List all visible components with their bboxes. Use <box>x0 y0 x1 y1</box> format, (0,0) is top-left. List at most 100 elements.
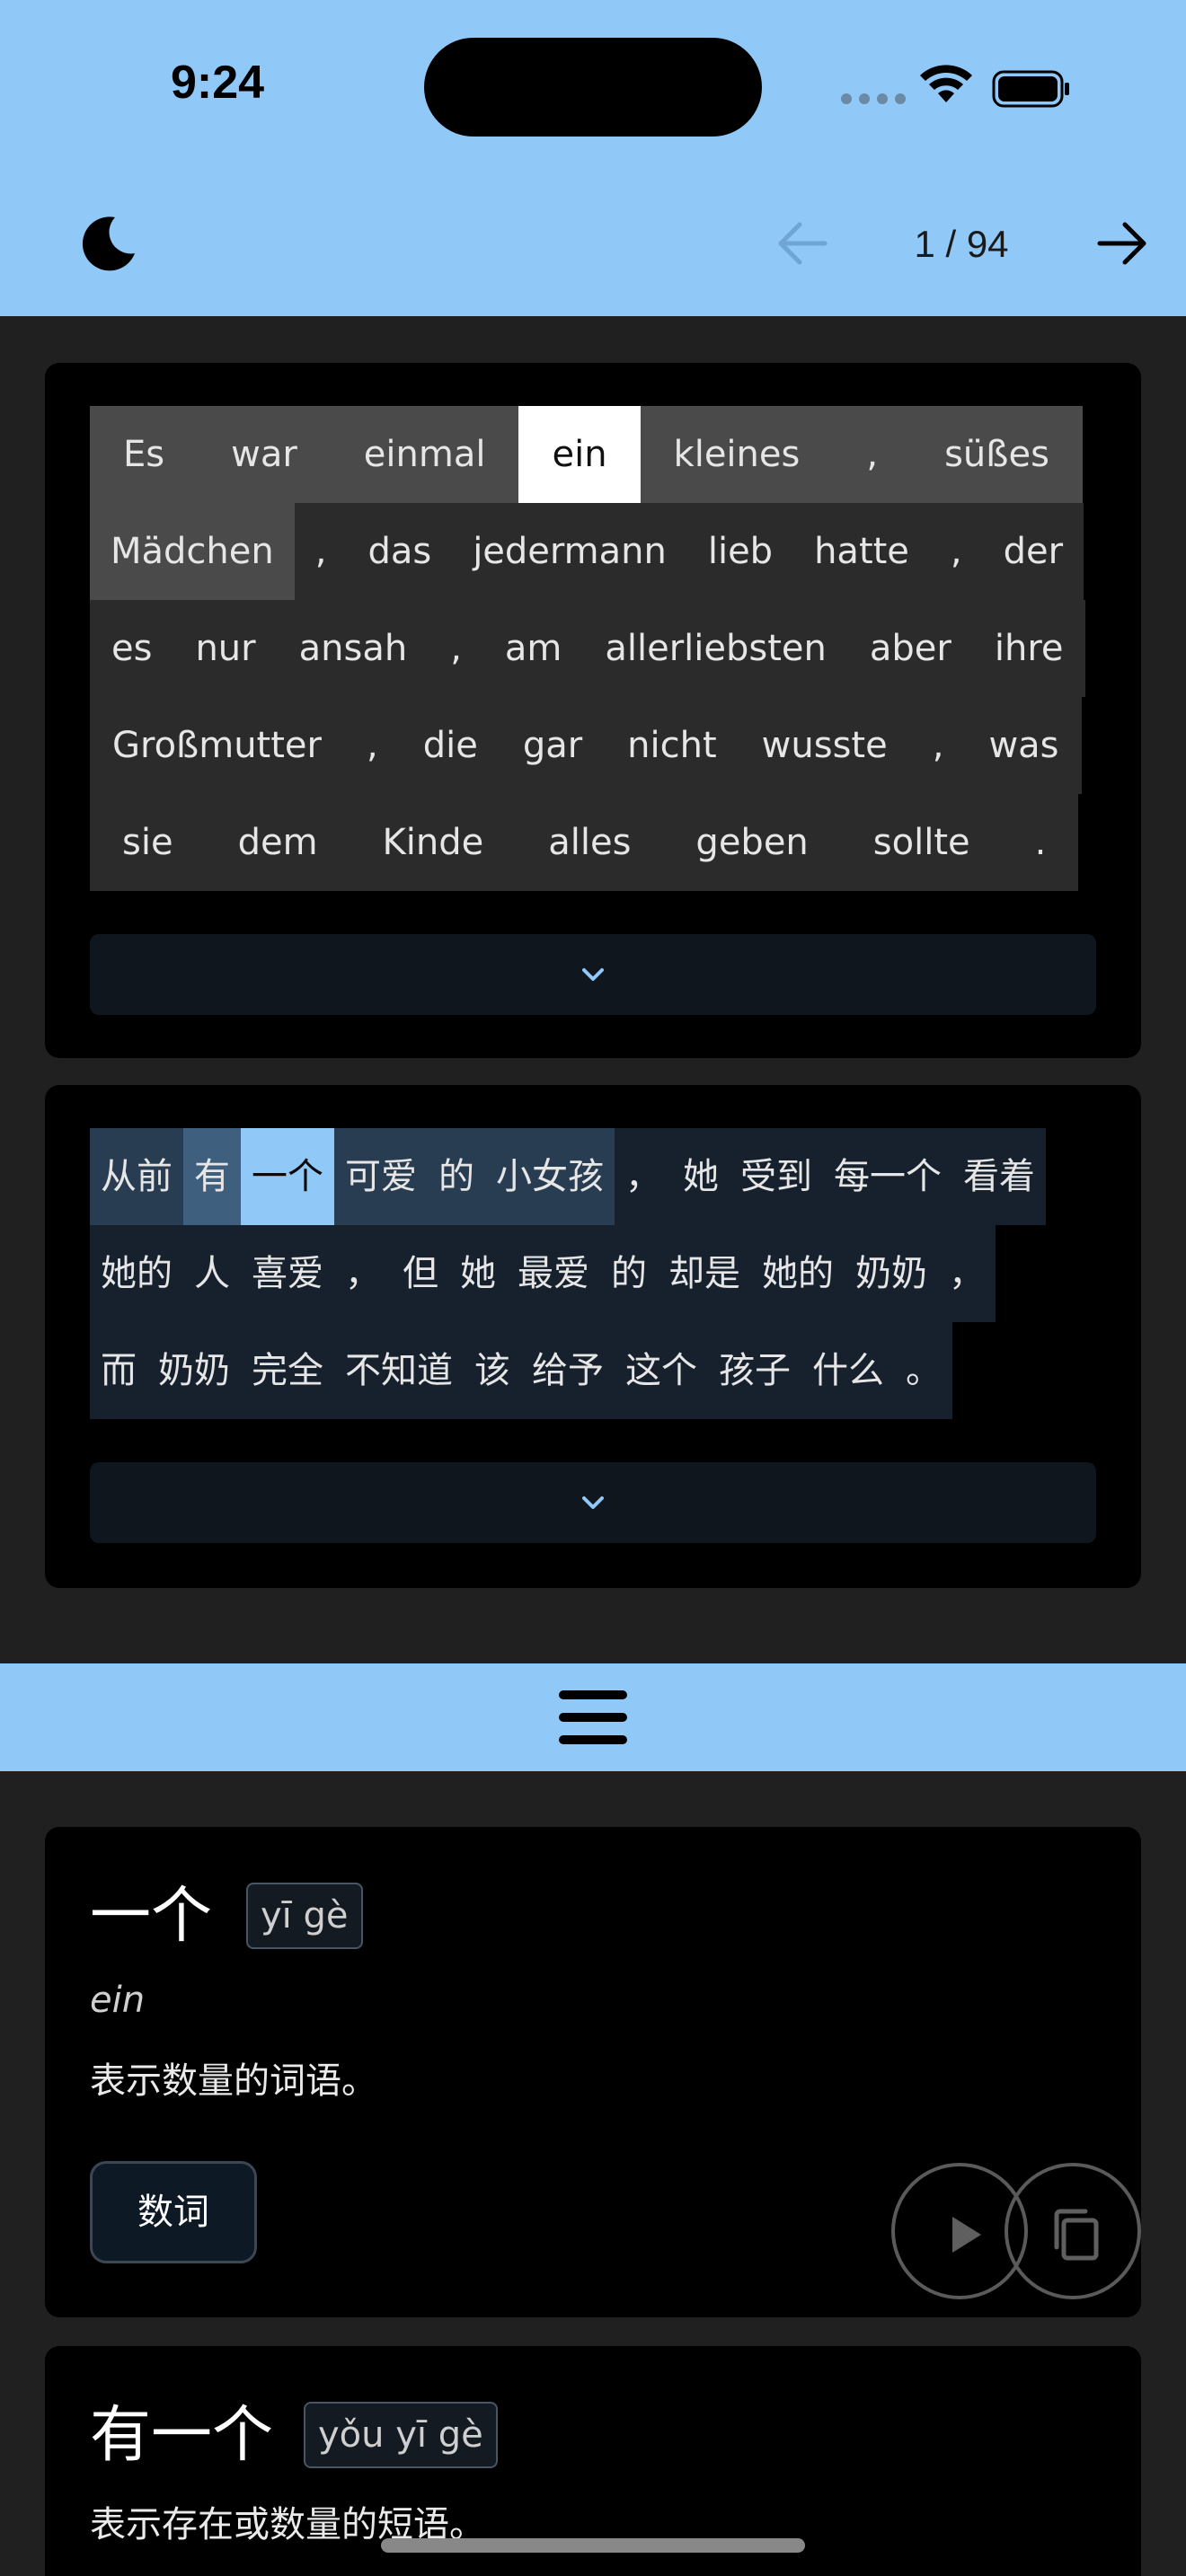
word-token[interactable]: 她的 <box>90 1225 183 1322</box>
token-line: sie dem Kinde alles geben sollte. <box>90 794 1096 891</box>
word-token[interactable]: war <box>198 406 331 503</box>
moon-icon[interactable] <box>79 214 138 273</box>
word-token[interactable]: 。 <box>895 1322 952 1419</box>
word-token[interactable]: jedermann <box>452 503 687 600</box>
word-token[interactable]: sie <box>90 794 206 891</box>
word-token[interactable]: was <box>966 697 1082 794</box>
selected-word-token[interactable]: 一个 <box>241 1128 334 1225</box>
word-token[interactable]: nur <box>173 600 278 697</box>
word-token[interactable]: ihre <box>972 600 1085 697</box>
entry-headword: 有一个 <box>90 2400 274 2471</box>
word-token[interactable]: ， <box>938 1225 996 1322</box>
word-token[interactable]: , <box>343 697 401 794</box>
word-token[interactable]: wusste <box>739 697 910 794</box>
word-token[interactable]: süßes <box>911 406 1083 503</box>
status-icons <box>841 65 1069 108</box>
word-token[interactable]: 奶奶 <box>845 1225 938 1322</box>
arrow-left-icon[interactable] <box>774 217 830 269</box>
word-token[interactable]: 每一个 <box>823 1128 952 1225</box>
chinese-sentence-card: 从前有一个 可爱的小女孩，她受到 每一个 看着 她的人喜爱，但她最爱的却是 她的 奶奶，而奶… <box>45 1085 1141 1588</box>
word-token[interactable]: 她 <box>672 1128 730 1225</box>
word-token[interactable]: lieb <box>686 503 794 600</box>
copy-button[interactable] <box>1005 2163 1141 2299</box>
part-of-speech-tag[interactable]: 数词 <box>90 2161 257 2263</box>
word-token[interactable]: 完全 <box>241 1322 334 1419</box>
word-token[interactable]: , <box>929 503 983 600</box>
word-token[interactable]: 最爱 <box>507 1225 600 1322</box>
word-token[interactable]: 喜爱 <box>241 1225 334 1322</box>
word-token[interactable]: ， <box>334 1225 392 1322</box>
word-token[interactable]: kleines <box>640 406 834 503</box>
dictionary-entry: 一个 yī gè ein 表示数量的词语。 数词 <box>45 1827 1141 2317</box>
copy-icon <box>1054 2209 1099 2261</box>
word-token[interactable]: 但 <box>392 1225 449 1322</box>
word-token[interactable]: 什么 <box>801 1322 895 1419</box>
chevron-down-icon <box>582 968 604 981</box>
word-token[interactable]: , <box>429 600 483 697</box>
expand-german-button[interactable] <box>90 934 1096 1015</box>
word-token[interactable]: Kinde <box>350 794 517 891</box>
token-line: 从前有一个 可爱的小女孩，她受到 每一个 看着 <box>90 1128 1096 1225</box>
word-token[interactable]: 却是 <box>658 1225 751 1322</box>
top-app-bar: 9:24 1 / 94 <box>0 0 1186 316</box>
word-token[interactable]: 从前 <box>90 1128 183 1225</box>
word-token[interactable]: dem <box>205 794 350 891</box>
word-token[interactable]: aber <box>847 600 973 697</box>
word-token[interactable]: 该 <box>464 1322 521 1419</box>
word-token[interactable]: hatte <box>793 503 930 600</box>
page-indicator: 1 / 94 <box>914 223 1009 265</box>
word-token[interactable]: das <box>347 503 453 600</box>
word-token[interactable]: die <box>400 697 500 794</box>
word-token[interactable]: 她的 <box>751 1225 845 1322</box>
word-token[interactable]: 人 <box>183 1225 241 1322</box>
word-token[interactable]: geben <box>663 794 841 891</box>
word-token[interactable]: gar <box>500 697 606 794</box>
home-indicator[interactable] <box>381 2538 805 2553</box>
word-token[interactable]: Es <box>90 406 199 503</box>
word-token[interactable]: am <box>482 600 584 697</box>
signal-icon <box>841 93 906 104</box>
word-token[interactable]: , <box>909 697 967 794</box>
dynamic-island <box>424 38 762 137</box>
word-token[interactable]: 受到 <box>730 1128 823 1225</box>
word-token[interactable]: , <box>833 406 912 503</box>
word-token[interactable]: 的 <box>600 1225 658 1322</box>
word-token[interactable]: 的 <box>428 1128 485 1225</box>
word-token[interactable]: alles <box>516 794 664 891</box>
token-line: Großmutter, die gar nicht wusste, was <box>90 697 1096 794</box>
word-token[interactable]: nicht <box>605 697 739 794</box>
arrow-right-icon[interactable] <box>1094 217 1150 269</box>
word-token[interactable]: ansah <box>277 600 429 697</box>
word-token[interactable]: ， <box>615 1128 672 1225</box>
word-token[interactable]: 看着 <box>952 1128 1046 1225</box>
word-token[interactable]: 而 <box>90 1322 147 1419</box>
panel-resize-handle[interactable] <box>0 1663 1186 1771</box>
entry-pinyin: yǒu yī gè <box>304 2402 498 2468</box>
word-token[interactable]: der <box>982 503 1084 600</box>
word-token[interactable]: 不知道 <box>334 1322 464 1419</box>
word-token[interactable]: , <box>294 503 348 600</box>
word-token[interactable]: 小女孩 <box>485 1128 615 1225</box>
word-token[interactable]: 她 <box>449 1225 507 1322</box>
word-token[interactable]: 有 <box>183 1128 241 1225</box>
german-token-grid: Es war einmal ein kleines, süßes Mädchen, das je… <box>90 406 1096 891</box>
entry-headword: 一个 <box>90 1881 213 1952</box>
word-token[interactable]: Mädchen <box>90 503 295 600</box>
word-token[interactable]: 孩子 <box>708 1322 801 1419</box>
word-token[interactable]: 这个 <box>615 1322 708 1419</box>
wifi-icon <box>920 65 972 102</box>
battery-icon <box>992 70 1069 108</box>
entry-pinyin: yī gè <box>246 1883 363 1949</box>
word-token[interactable]: 奶奶 <box>147 1322 241 1419</box>
word-token[interactable]: 可爱 <box>334 1128 428 1225</box>
word-token[interactable]: Großmutter <box>90 697 344 794</box>
word-token[interactable]: es <box>90 600 174 697</box>
expand-chinese-button[interactable] <box>90 1462 1096 1543</box>
word-token[interactable]: 给予 <box>521 1322 615 1419</box>
word-token[interactable]: . <box>1002 794 1079 891</box>
word-token[interactable]: einmal <box>330 406 519 503</box>
word-token[interactable]: sollte <box>840 794 1003 891</box>
selected-word-token[interactable]: ein <box>518 406 641 503</box>
token-line: 她的人喜爱，但她最爱的却是 她的 奶奶， <box>90 1225 1096 1322</box>
word-token[interactable]: allerliebsten <box>583 600 848 697</box>
